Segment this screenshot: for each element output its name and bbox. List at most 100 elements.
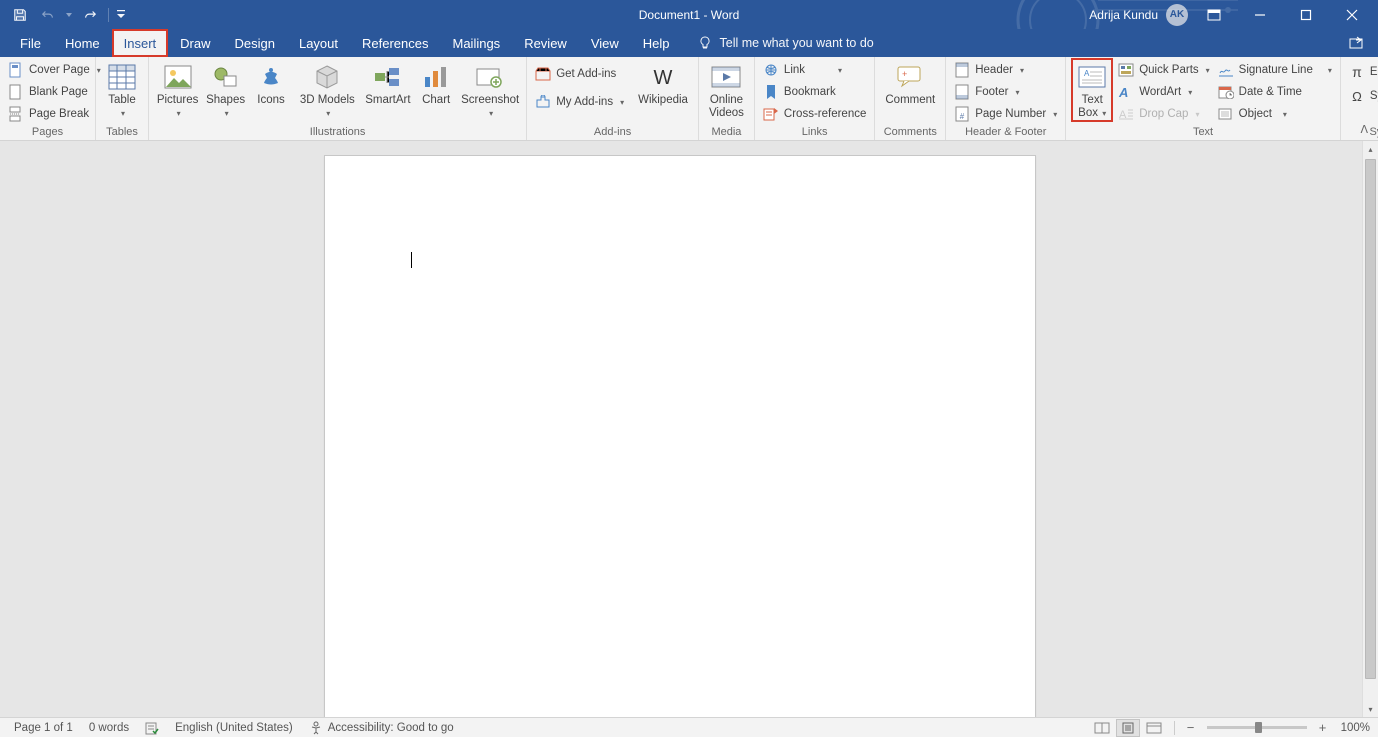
tell-me-search[interactable]: Tell me what you want to do [698, 29, 874, 57]
equation-button[interactable]: πEquation▾ [1347, 63, 1378, 81]
chart-button[interactable]: Chart [416, 59, 456, 107]
icons-button[interactable]: Icons [251, 59, 291, 107]
shapes-button[interactable]: Shapes▾ [204, 59, 247, 119]
tab-draw[interactable]: Draw [168, 29, 222, 57]
tab-review[interactable]: Review [512, 29, 579, 57]
chart-icon [420, 61, 452, 93]
wikipedia-button[interactable]: WWikipedia [634, 59, 692, 107]
cross-reference-button[interactable]: Cross-reference [761, 105, 868, 123]
smartart-button[interactable]: SmartArt [364, 59, 413, 107]
wikipedia-icon: W [647, 61, 679, 93]
status-spellcheck[interactable] [137, 721, 167, 735]
tab-references[interactable]: References [350, 29, 440, 57]
minimize-icon[interactable] [1240, 0, 1280, 29]
blank-page-button[interactable]: Blank Page [6, 83, 103, 101]
zoom-level[interactable]: 100% [1333, 722, 1372, 734]
screenshot-icon [474, 61, 506, 93]
tab-home[interactable]: Home [53, 29, 112, 57]
ribbon-display-options-icon[interactable] [1194, 0, 1234, 29]
document-area[interactable]: ▴ ▾ [0, 141, 1378, 717]
zoom-out-button[interactable]: − [1183, 720, 1199, 735]
quick-parts-icon [1118, 62, 1134, 78]
store-icon [535, 66, 551, 82]
avatar[interactable]: AK [1166, 4, 1188, 26]
drop-cap-button: ADrop Cap▾ [1116, 105, 1211, 123]
maximize-icon[interactable] [1286, 0, 1326, 29]
footer-button[interactable]: Footer▾ [952, 83, 1059, 101]
quick-parts-button[interactable]: Quick Parts▾ [1116, 61, 1211, 79]
wordart-icon: A [1118, 84, 1134, 100]
svg-text:Ω: Ω [1352, 89, 1362, 104]
scroll-down-icon[interactable]: ▾ [1363, 701, 1378, 717]
online-videos-button[interactable]: Online Videos [705, 59, 748, 119]
svg-text:+: + [902, 69, 907, 79]
pictures-button[interactable]: Pictures▾ [155, 59, 200, 119]
header-button[interactable]: Header▾ [952, 61, 1059, 79]
view-read-mode[interactable] [1090, 719, 1114, 737]
document-page[interactable] [324, 155, 1036, 717]
screenshot-button[interactable]: Screenshot▾ [460, 59, 520, 119]
tell-me-label: Tell me what you want to do [720, 36, 874, 50]
status-accessibility[interactable]: Accessibility: Good to go [301, 721, 462, 735]
table-button[interactable]: Table▾ [102, 59, 142, 119]
3d-models-button[interactable]: 3D Models ▾ [295, 59, 360, 119]
view-web-layout[interactable] [1142, 719, 1166, 737]
redo-icon[interactable] [78, 3, 102, 27]
video-icon [710, 61, 742, 93]
tab-view[interactable]: View [579, 29, 631, 57]
wordart-button[interactable]: AWordArt▾ [1116, 83, 1211, 101]
scroll-thumb[interactable] [1365, 159, 1376, 679]
svg-text:A: A [1084, 69, 1090, 78]
pictures-icon [162, 61, 194, 93]
link-icon [763, 62, 779, 78]
group-tables: Tables [102, 125, 142, 140]
cover-page-icon [8, 62, 24, 78]
footer-icon [954, 84, 970, 100]
symbol-button[interactable]: ΩSymbol▾ [1347, 87, 1378, 105]
text-box-button[interactable]: A Text Box ▾ [1072, 59, 1112, 121]
user-name: Adrija Kundu [1089, 8, 1158, 22]
tab-design[interactable]: Design [223, 29, 287, 57]
get-addins-button[interactable]: Get Add-ins [533, 65, 626, 83]
page-break-button[interactable]: Page Break [6, 105, 103, 123]
drop-cap-icon: A [1118, 106, 1134, 122]
date-time-button[interactable]: Date & Time [1216, 83, 1334, 101]
comment-button[interactable]: +Comment [881, 59, 939, 107]
collapse-ribbon-icon[interactable]: ᐱ [1360, 123, 1368, 136]
my-addins-button[interactable]: My Add-ins ▾ [533, 93, 626, 111]
icons-icon [255, 61, 287, 93]
tab-file[interactable]: File [8, 29, 53, 57]
cross-ref-icon [763, 106, 779, 122]
save-icon[interactable] [8, 3, 32, 27]
status-words[interactable]: 0 words [81, 722, 137, 734]
tab-help[interactable]: Help [631, 29, 682, 57]
signature-icon [1218, 62, 1234, 78]
object-button[interactable]: Object▾ [1216, 105, 1334, 123]
tab-mailings[interactable]: Mailings [441, 29, 513, 57]
svg-text:π: π [1352, 64, 1362, 80]
vertical-scrollbar[interactable]: ▴ ▾ [1362, 141, 1378, 717]
status-language[interactable]: English (United States) [167, 722, 301, 734]
bookmark-button[interactable]: Bookmark [761, 83, 868, 101]
cover-page-button[interactable]: Cover Page▾ [6, 61, 103, 79]
tab-layout[interactable]: Layout [287, 29, 350, 57]
link-button[interactable]: Link▾ [761, 61, 868, 79]
document-title: Document1 - Word [639, 8, 739, 22]
share-icon[interactable] [1346, 33, 1368, 53]
page-number-icon: # [954, 106, 970, 122]
undo-icon[interactable] [36, 3, 60, 27]
group-addins: Add-ins [533, 125, 692, 140]
qat-customize-icon[interactable] [115, 3, 127, 27]
scroll-up-icon[interactable]: ▴ [1363, 141, 1378, 157]
page-number-button[interactable]: #Page Number▾ [952, 105, 1059, 123]
status-page[interactable]: Page 1 of 1 [6, 722, 81, 734]
zoom-slider[interactable] [1207, 726, 1307, 729]
object-icon [1218, 106, 1234, 122]
view-print-layout[interactable] [1116, 719, 1140, 737]
signature-line-button[interactable]: Signature Line▾ [1216, 61, 1334, 79]
equation-icon: π [1349, 64, 1365, 80]
undo-dropdown-icon[interactable] [64, 3, 74, 27]
close-icon[interactable] [1332, 0, 1372, 29]
zoom-in-button[interactable]: + [1315, 720, 1331, 735]
tab-insert[interactable]: Insert [112, 29, 169, 57]
